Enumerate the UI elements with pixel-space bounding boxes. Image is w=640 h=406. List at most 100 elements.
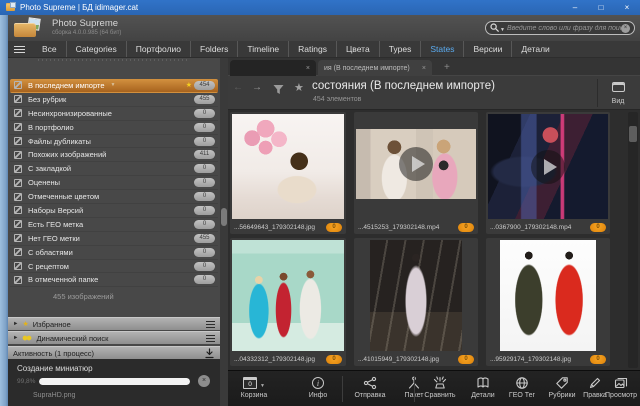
vertical-scrollbar[interactable]: [628, 112, 638, 368]
app-name: Photo Supreme: [52, 18, 118, 29]
chevron-down-icon[interactable]: ▼: [260, 383, 265, 389]
dynamic-search-section-header[interactable]: ► Динамический поиск: [8, 331, 220, 344]
collection-tab-inactive[interactable]: ×: [230, 60, 316, 76]
search-input[interactable]: [507, 25, 621, 32]
sidebar-item-color-labeled[interactable]: Отмеченные цветом 0: [10, 190, 218, 204]
sidebar-item-version-sets[interactable]: Наборы Версий 0: [10, 204, 218, 218]
new-tab-icon[interactable]: +: [444, 62, 450, 73]
pen-icon: [588, 376, 602, 390]
sidebar-splitter[interactable]: [220, 58, 228, 406]
thumbnail-card[interactable]: ...04332312_179302148.jpg 0: [230, 238, 346, 366]
count-badge: 455: [194, 234, 215, 243]
cancel-task-icon[interactable]: ×: [198, 375, 210, 387]
nav-tab-colors[interactable]: Цвета: [336, 41, 379, 57]
sidebar-item-in-portfolio[interactable]: В портфолио 0: [10, 121, 218, 135]
state-icon: [14, 81, 22, 89]
sidebar-item-similar-images[interactable]: Похожих изображений 411: [10, 148, 218, 162]
info-button[interactable]: i Инфо: [298, 374, 338, 404]
preview-button[interactable]: Просмотр: [602, 374, 640, 404]
basket-button[interactable]: 0▼ Корзина: [230, 374, 278, 404]
thumbnail-card[interactable]: ...56649643_179302148.jpg 0: [230, 112, 346, 234]
activity-panel: Создание миниатюр 99,8% × SupraHD.png: [8, 359, 220, 406]
sidebar-drag-handle[interactable]: [38, 59, 190, 61]
thumbnail-filename: ...41015949_179302148.jpg: [358, 356, 439, 363]
basket-icon: 0: [243, 377, 257, 389]
chevron-down-icon[interactable]: ▼: [111, 82, 116, 88]
expand-arrow-icon[interactable]: ►: [13, 321, 18, 327]
sidebar-item-bookmarked[interactable]: С закладкой 0: [10, 162, 218, 176]
nav-tab-categories[interactable]: Categories: [66, 41, 126, 57]
close-tab-icon[interactable]: ×: [422, 65, 426, 72]
sidebar-item-no-geotag[interactable]: Нет ГЕО метки 455: [10, 232, 218, 246]
nav-tab-states[interactable]: States: [420, 41, 463, 57]
nav-tab-versions[interactable]: Версии: [463, 41, 511, 57]
collection-title: состояния (В последнем импорте): [312, 80, 495, 92]
sidebar-item-with-recipe[interactable]: С рецептом 0: [10, 260, 218, 274]
search-scope-caret-icon[interactable]: ▼: [500, 27, 505, 33]
nav-tab-ratings[interactable]: Ratings: [288, 41, 336, 57]
label-count-badge: 0: [590, 355, 606, 364]
section-menu-icon[interactable]: [206, 321, 215, 328]
thumbnail-filename: ...4515253_179302148.mp4: [358, 224, 439, 231]
minimize-button[interactable]: –: [562, 0, 588, 15]
scrollbar-thumb[interactable]: [629, 126, 637, 142]
play-icon[interactable]: [531, 150, 565, 184]
sidebar-item-no-labels[interactable]: Без рубрик 455: [10, 93, 218, 107]
back-icon[interactable]: ←: [230, 82, 246, 93]
app-window: Photo Supreme | БД idimager.cat – □ × Ph…: [0, 0, 640, 406]
compare-button[interactable]: Сравнить: [418, 374, 462, 404]
nav-tab-details[interactable]: Детали: [511, 41, 558, 57]
sidebar-item-last-import[interactable]: В последнем импорте ▼ ★ 454: [10, 79, 218, 93]
close-tab-icon[interactable]: ×: [306, 65, 310, 72]
nav-tab-all[interactable]: Все: [33, 41, 66, 57]
window-controls: – □ ×: [562, 0, 640, 15]
nav-tab-types[interactable]: Types: [379, 41, 421, 57]
label-count-badge: 0: [590, 223, 606, 232]
nav-tab-timeline[interactable]: Timeline: [237, 41, 288, 57]
nav-tab-folders[interactable]: Folders: [190, 41, 237, 57]
state-icon: [14, 151, 22, 159]
thumbnail-filename: ...04332312_179302148.jpg: [234, 356, 315, 363]
count-badge: 0: [194, 137, 215, 146]
expand-arrow-icon[interactable]: ►: [13, 335, 18, 341]
play-icon[interactable]: [399, 147, 433, 181]
dock-down-icon[interactable]: [204, 348, 215, 359]
thumbnail-card[interactable]: ...41015949_179302148.jpg 0: [354, 238, 478, 366]
sidebar-item-flagged-folder[interactable]: В отмеченной папке 0: [10, 273, 218, 287]
labels-button[interactable]: Рубрики: [542, 374, 582, 404]
sidebar-item-has-geotag[interactable]: Есть ГЕО метка 0: [10, 218, 218, 232]
view-button[interactable]: Вид: [602, 79, 634, 105]
search-box[interactable]: ▼ ×: [485, 21, 635, 35]
nav-tab-portfolio[interactable]: Портфолио: [126, 41, 190, 57]
thumbnail-card[interactable]: ...0367900_179302148.mp4 0: [486, 112, 610, 234]
collection-tab-active[interactable]: ия (В последнем импорте) ×: [318, 60, 432, 76]
sidebar-item-rated[interactable]: Оценены 0: [10, 176, 218, 190]
geotag-button[interactable]: ГЕО Тег: [502, 374, 542, 404]
search-clear-icon[interactable]: ×: [621, 24, 630, 33]
section-menu-icon[interactable]: [206, 335, 215, 342]
state-icon: [14, 137, 22, 145]
favorite-star-icon: ★: [186, 81, 192, 89]
count-badge: 454: [194, 81, 215, 90]
activity-section-header[interactable]: Активность (1 процесс): [8, 346, 220, 359]
favorites-section-header[interactable]: ► ★ Избранное: [8, 317, 220, 330]
light-table-icon: [433, 376, 447, 390]
sidebar-item-duplicates[interactable]: Файлы дубликаты 0: [10, 135, 218, 149]
sidebar-item-with-areas[interactable]: С областями 0: [10, 246, 218, 260]
splitter-collapse-handle[interactable]: [221, 208, 227, 226]
forward-icon[interactable]: →: [249, 82, 265, 93]
state-icon: [14, 234, 22, 242]
send-button[interactable]: Отправка: [348, 374, 392, 404]
maximize-button[interactable]: □: [588, 0, 614, 15]
details-button[interactable]: Детали: [464, 374, 502, 404]
progress-percent-label: 99,8%: [17, 378, 35, 385]
close-button[interactable]: ×: [614, 0, 640, 15]
globe-icon: [515, 376, 529, 390]
thumbnail-card[interactable]: ...95929174_179302148.jpg 0: [486, 238, 610, 366]
activity-task-label: Создание миниатюр: [17, 364, 93, 373]
menu-hamburger-icon[interactable]: [14, 46, 25, 53]
thumbnail-card[interactable]: ...4515253_179302148.mp4 0: [354, 112, 478, 234]
sidebar-item-unsynced[interactable]: Несинхронизированные 0: [10, 107, 218, 121]
filter-funnel-icon[interactable]: [272, 83, 285, 96]
rating-star-icon[interactable]: ★: [294, 81, 304, 94]
